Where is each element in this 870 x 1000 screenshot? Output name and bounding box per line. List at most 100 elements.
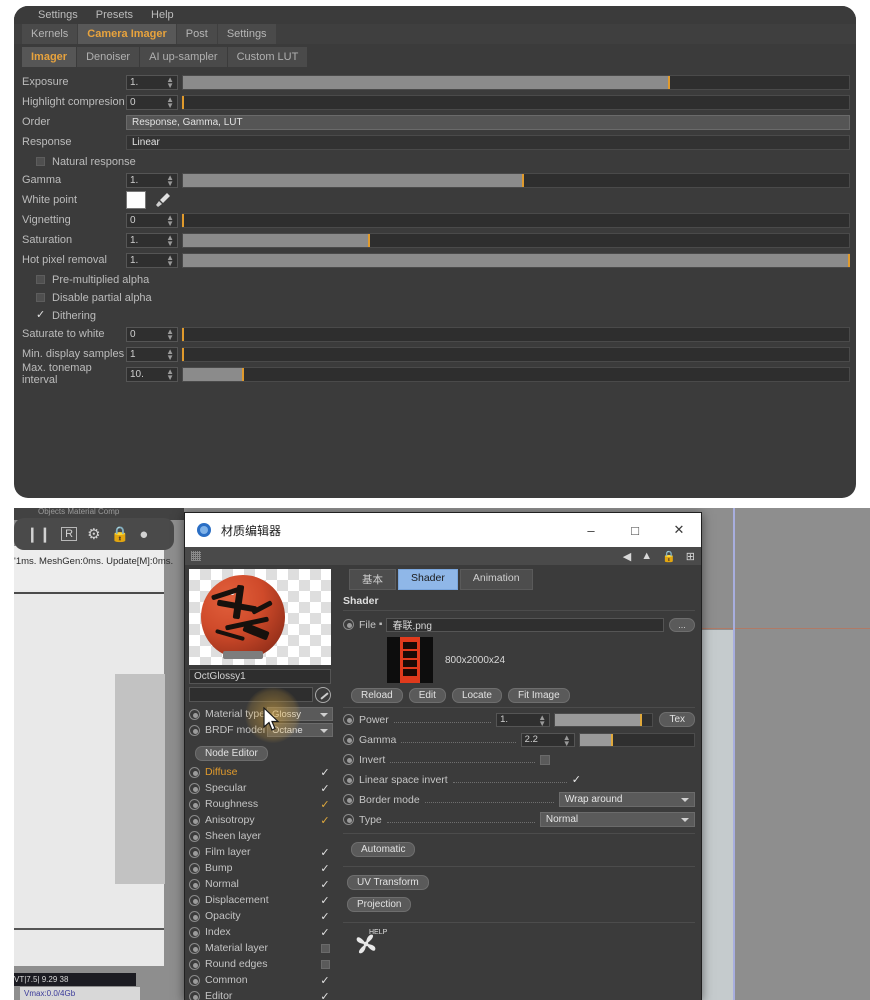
param-slider[interactable]: [182, 212, 850, 228]
check-icon[interactable]: ✓: [319, 990, 331, 1000]
param-slider[interactable]: [182, 74, 850, 90]
fit-image-button[interactable]: Fit Image: [507, 688, 570, 703]
checkbox-icon[interactable]: [36, 275, 45, 284]
channel-row-sheen-layer[interactable]: Sheen layer: [185, 828, 337, 844]
param-value-field[interactable]: 1 ▲ ▼: [126, 346, 178, 362]
up-arrow-icon[interactable]: ▲: [641, 550, 652, 562]
texture-thumbnail[interactable]: [387, 637, 433, 683]
check-icon[interactable]: ✓: [319, 798, 331, 811]
param-slider[interactable]: [182, 326, 850, 342]
uv-transform-button[interactable]: UV Transform: [347, 875, 429, 890]
param-slider[interactable]: [182, 346, 850, 362]
param-slider[interactable]: [182, 252, 850, 268]
param-slider[interactable]: [182, 232, 850, 248]
channel-radio[interactable]: [189, 782, 200, 794]
projection-button[interactable]: Projection: [347, 897, 412, 912]
param-slider[interactable]: [578, 732, 695, 747]
channel-radio[interactable]: [189, 974, 200, 986]
param-dropdown[interactable]: Normal: [539, 812, 696, 827]
param-value-field[interactable]: 1. ▲ ▼: [126, 252, 178, 268]
spinner-icon[interactable]: ▲ ▼: [166, 173, 174, 187]
spinner-icon[interactable]: ▲ ▼: [166, 213, 174, 227]
edit-button[interactable]: Edit: [408, 688, 446, 703]
spinner-icon[interactable]: ▲ ▼: [538, 713, 546, 727]
param-radio[interactable]: [343, 774, 354, 785]
param-dropdown[interactable]: Wrap around: [558, 792, 696, 807]
spinner-icon[interactable]: ▲ ▼: [166, 327, 174, 341]
back-arrow-icon[interactable]: ◀: [623, 550, 631, 563]
checkbox-icon[interactable]: [36, 293, 45, 302]
file-path-field[interactable]: 春联.png: [386, 617, 664, 632]
search-icon[interactable]: [315, 686, 331, 703]
channel-radio[interactable]: [189, 894, 200, 906]
menu-item-help[interactable]: Help: [151, 9, 174, 21]
eyedropper-icon[interactable]: [154, 191, 172, 209]
param-slider[interactable]: [182, 366, 850, 382]
check-icon[interactable]: ✓: [319, 926, 331, 939]
settings-gear-icon[interactable]: ⚙: [87, 525, 100, 543]
channel-radio[interactable]: [189, 798, 200, 810]
tex-button[interactable]: Tex: [659, 712, 696, 727]
checkbox-icon[interactable]: [321, 959, 330, 969]
subtab-denoiser[interactable]: Denoiser: [77, 47, 140, 67]
lock-icon[interactable]: 🔒: [111, 525, 130, 543]
checkbox-icon[interactable]: [36, 157, 45, 166]
minimize-icon[interactable]: –: [569, 513, 613, 547]
tab-settings[interactable]: Settings: [217, 24, 276, 44]
maximize-icon[interactable]: □: [613, 513, 657, 547]
param-slider[interactable]: [182, 94, 850, 110]
material-type-radio[interactable]: [189, 708, 200, 720]
locate-button[interactable]: Locate: [451, 688, 502, 703]
close-icon[interactable]: ✕: [657, 513, 701, 547]
checkbox-icon[interactable]: [321, 943, 330, 953]
spinner-icon[interactable]: ▲ ▼: [166, 367, 174, 381]
spinner-icon[interactable]: ▲ ▼: [166, 347, 174, 361]
param-radio[interactable]: [343, 734, 354, 745]
spinner-icon[interactable]: ▲ ▼: [166, 253, 174, 267]
spinner-icon[interactable]: ▲ ▼: [166, 75, 174, 89]
channel-row-displacement[interactable]: Displacement ✓: [185, 892, 337, 908]
param-value-field[interactable]: 0 ▲ ▼: [126, 94, 178, 110]
channel-row-specular[interactable]: Specular ✓: [185, 780, 337, 796]
channel-radio[interactable]: [189, 766, 200, 778]
check-icon[interactable]: ✓: [319, 782, 331, 795]
automatic-button[interactable]: Automatic: [351, 842, 416, 857]
channel-radio[interactable]: [189, 910, 200, 922]
check-icon[interactable]: ✓: [319, 878, 331, 891]
file-radio[interactable]: [343, 619, 354, 630]
checkbox-icon[interactable]: [540, 754, 551, 765]
tab-basic[interactable]: 基本: [349, 569, 396, 590]
channel-row-roughness[interactable]: Roughness ✓: [185, 796, 337, 812]
sphere-icon[interactable]: ●: [139, 526, 148, 543]
tab-animation[interactable]: Animation: [459, 569, 533, 590]
material-editor-titlebar[interactable]: 材质编辑器 – □ ✕: [185, 513, 701, 547]
channel-row-material-layer[interactable]: Material layer: [185, 940, 337, 956]
checkbox-row-pre-multiplied-alpha[interactable]: Pre-multiplied alpha: [14, 271, 856, 288]
channel-radio[interactable]: [189, 926, 200, 938]
check-icon[interactable]: ✓: [319, 862, 331, 875]
check-icon[interactable]: ✓: [319, 894, 331, 907]
channel-row-anisotropy[interactable]: Anisotropy ✓: [185, 812, 337, 828]
help-row[interactable]: HELP: [343, 923, 695, 957]
param-value-field[interactable]: 1. ▲ ▼: [126, 172, 178, 188]
menu-item-presets[interactable]: Presets: [96, 9, 133, 21]
channel-radio[interactable]: [189, 990, 200, 1000]
tab-kernels[interactable]: Kernels: [22, 24, 78, 44]
param-radio[interactable]: [343, 814, 354, 825]
param-radio[interactable]: [343, 714, 354, 725]
menu-item-settings[interactable]: Settings: [38, 9, 78, 21]
channel-row-normal[interactable]: Normal ✓: [185, 876, 337, 892]
checkbox-row-natural-response[interactable]: Natural response: [14, 153, 856, 170]
param-value-field[interactable]: 1. ▲ ▼: [126, 232, 178, 248]
param-value-field[interactable]: 10. ▲ ▼: [126, 366, 178, 382]
channel-row-index[interactable]: Index ✓: [185, 924, 337, 940]
checkbox-row-disable-partial-alpha[interactable]: Disable partial alpha: [14, 289, 856, 306]
spinner-icon[interactable]: ▲ ▼: [166, 233, 174, 247]
file-browse-button[interactable]: ...: [669, 617, 695, 632]
param-value-field[interactable]: 0 ▲ ▼: [126, 326, 178, 342]
channel-row-editor[interactable]: Editor ✓: [185, 988, 337, 1000]
param-slider[interactable]: [182, 172, 850, 188]
channel-radio[interactable]: [189, 878, 200, 890]
render-region-icon[interactable]: R: [61, 527, 78, 541]
param-value-field[interactable]: 0 ▲ ▼: [126, 212, 178, 228]
